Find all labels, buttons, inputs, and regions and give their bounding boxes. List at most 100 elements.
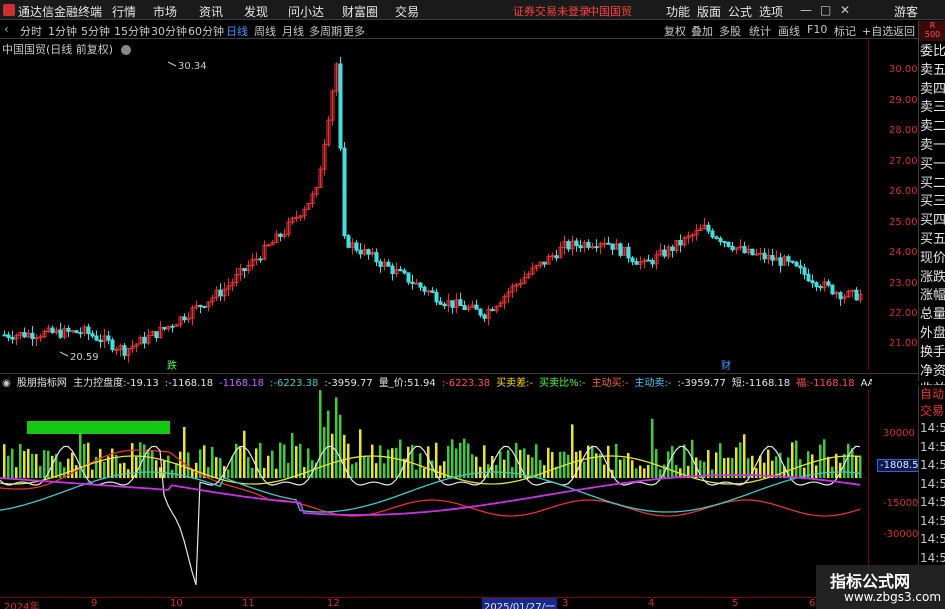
low-marker-line	[59, 351, 69, 357]
indicator-item-label: 主动卖:	[634, 378, 668, 388]
candle-body	[814, 282, 819, 288]
indicator-item-label: 主力控盘度:	[73, 378, 127, 388]
kline-chart[interactable]: 30.34 20.59 跌 财	[0, 0, 868, 597]
indicator-item-value: -19.13	[126, 378, 159, 388]
candle-body	[602, 242, 607, 245]
indicator-bar	[351, 464, 354, 478]
guest-login[interactable]: 游客	[894, 3, 918, 20]
indicator-bar	[551, 452, 554, 478]
indicator-bar	[11, 448, 14, 478]
candle-body	[798, 265, 803, 269]
quote-label: 委比	[920, 44, 945, 59]
candle-body	[254, 258, 259, 261]
candle-body	[726, 241, 731, 247]
price-tick: 26.00	[889, 186, 918, 197]
indicator-bar	[619, 459, 622, 478]
indicator-bar	[19, 443, 22, 478]
candle-body	[154, 331, 159, 338]
quote-label: 涨幅	[920, 288, 945, 304]
indicator-bar	[475, 456, 478, 478]
indicator-bar	[39, 466, 42, 478]
candle-body	[354, 242, 359, 251]
auto-label[interactable]: 自动	[920, 385, 944, 402]
indicator-bar	[739, 442, 742, 478]
gear-icon[interactable]: ◉	[2, 378, 11, 388]
candle-body	[378, 261, 383, 267]
indicator-item: :-3959.77	[324, 378, 375, 388]
indicator-bar	[7, 455, 10, 478]
tool-fanhui[interactable]: 返回	[893, 23, 915, 39]
indicator-bar	[455, 448, 458, 478]
indicator-bar	[799, 459, 802, 478]
candle-body	[790, 260, 795, 263]
indicator-bar	[239, 447, 242, 478]
quote-strip-tab[interactable]: R 500	[919, 21, 945, 41]
indicator-bar	[91, 469, 94, 478]
event-marker-die: 跌	[167, 359, 177, 372]
price-axis: 30.00 29.00 28.00 27.00 26.00 25.00 24.0…	[868, 40, 918, 370]
indicator-bar	[299, 443, 302, 478]
indicator-bar	[707, 450, 710, 478]
indicator-item-value: -6223.38	[273, 378, 319, 388]
quote-label: 换手	[920, 344, 945, 360]
date-label: 2024年	[4, 602, 40, 609]
indicator-bar	[719, 443, 722, 478]
indicator-item-label: 买卖差:	[496, 378, 530, 388]
indicator-bar	[271, 450, 274, 478]
indicator-item: 主力控盘度:-19.13	[73, 378, 162, 388]
indicator-bar	[247, 457, 250, 478]
trade-label[interactable]: 交易	[920, 402, 944, 419]
candle-body	[430, 290, 435, 293]
indicator-bar	[683, 444, 686, 478]
time-label: 14:56	[920, 532, 945, 546]
indicator-bar	[123, 462, 126, 478]
indicator-bar	[331, 433, 334, 478]
indicator-bar	[451, 439, 454, 478]
candle-body	[818, 286, 823, 289]
indicator-bar	[467, 443, 470, 478]
indicator-item: :-6223.38	[270, 378, 321, 388]
indicator-item: 短:-1168.18	[732, 378, 793, 388]
indicator-item-value: -	[624, 378, 629, 388]
candle-body	[198, 304, 203, 308]
quote-label: 买四	[920, 213, 945, 229]
price-tick: 28.00	[889, 125, 918, 136]
indicator-bar	[147, 451, 150, 478]
indicator-item-value: -1168.18	[168, 378, 214, 388]
candle-body	[794, 261, 799, 267]
date-label: 10	[170, 598, 183, 609]
indicator-bar	[15, 467, 18, 478]
candle-body	[490, 309, 495, 312]
indicator-bar	[507, 450, 510, 478]
candle-body	[30, 332, 35, 340]
quote-label: 总量	[920, 307, 945, 323]
candle-body	[426, 290, 431, 293]
indicator-bar	[307, 448, 310, 478]
indicator-bar	[155, 460, 158, 478]
indicator-item: 主动买:-	[592, 378, 632, 388]
watermark-title: 指标公式网	[830, 572, 911, 591]
candle-body	[586, 242, 591, 248]
candle-body	[406, 272, 411, 283]
candle-body	[386, 261, 391, 267]
indicator-bar	[855, 456, 858, 478]
candle-body	[650, 260, 655, 265]
indicator-item: :-6223.38	[442, 378, 493, 388]
indicator-bar	[559, 451, 562, 478]
settings-icon[interactable]	[120, 45, 131, 55]
candle-body	[646, 259, 651, 262]
quote-label: 买一	[920, 156, 945, 172]
price-tick: 22.00	[889, 308, 918, 319]
indicator-bar	[443, 461, 446, 478]
candle-body	[74, 330, 79, 334]
candle-body	[358, 249, 363, 255]
candle-body	[70, 330, 75, 333]
date-label: 6	[809, 598, 816, 609]
date-label: 5	[732, 598, 739, 609]
indicator-name[interactable]: 股朋指标网	[17, 378, 67, 388]
candle-body	[342, 147, 347, 237]
candle-body	[218, 289, 223, 297]
indicator-bar	[43, 450, 46, 478]
indicator-bar	[355, 462, 358, 478]
candle-body	[826, 281, 831, 286]
